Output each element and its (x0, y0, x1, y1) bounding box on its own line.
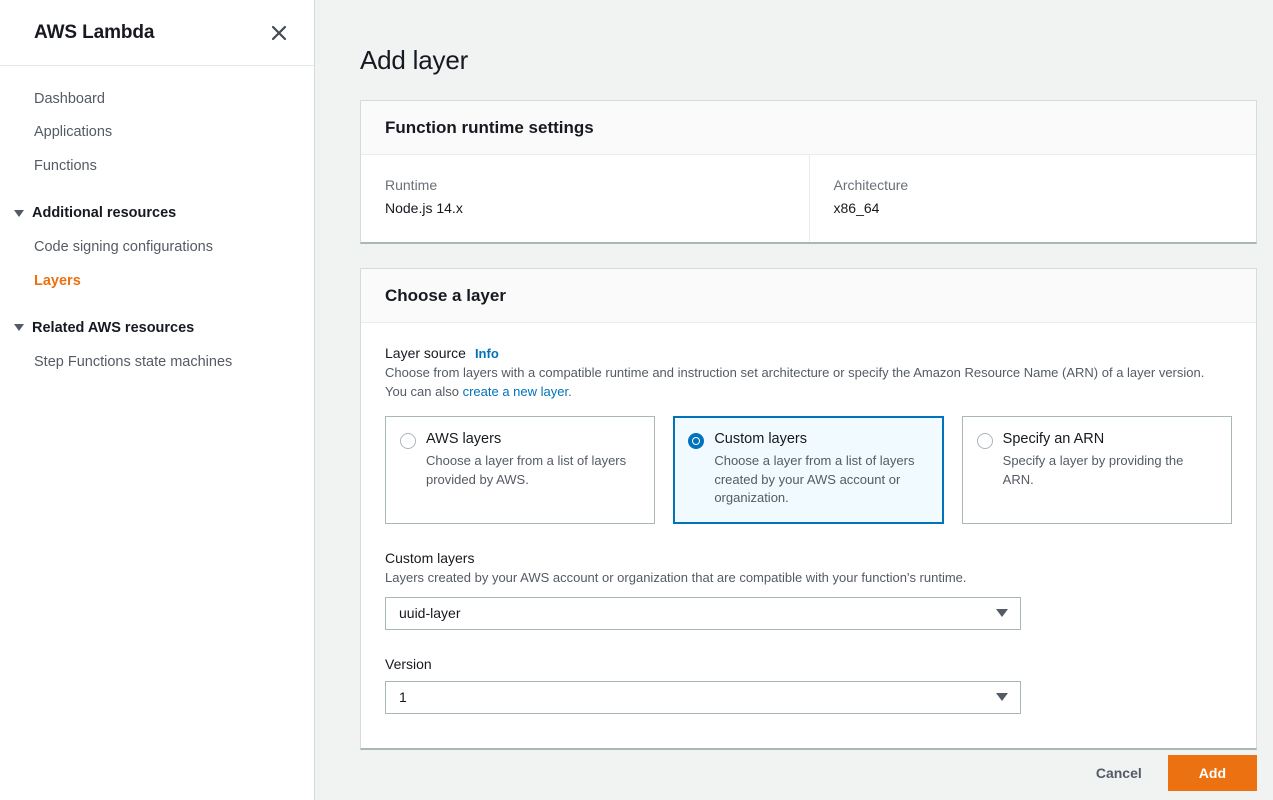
choose-a-layer-panel: Choose a layer Layer source Info Choose … (360, 268, 1257, 750)
radio-card-text: Custom layers Choose a layer from a list… (714, 430, 926, 508)
page-title: Add layer (360, 45, 469, 76)
layer-source-options: AWS layers Choose a layer from a list of… (385, 416, 1232, 524)
main-content: Add layer Function runtime settings Runt… (315, 0, 1273, 800)
chevron-down-icon (996, 609, 1008, 618)
custom-layers-select[interactable]: uuid-layer (385, 596, 1021, 630)
runtime-label: Runtime (385, 177, 438, 194)
sidebar-group-label: Related AWS resources (32, 319, 195, 336)
radio-card-title: Custom layers (714, 431, 807, 448)
version-field: Version 1 (385, 656, 1232, 714)
radio-icon[interactable] (400, 433, 416, 450)
sidebar-header: AWS Lambda (0, 0, 314, 66)
radio-card-title: AWS layers (426, 431, 502, 448)
radio-card-description: Choose a layer from a list of layers cre… (714, 453, 915, 506)
radio-card-specify-an-arn[interactable]: Specify an ARN Specify a layer by provid… (961, 416, 1232, 524)
sidebar-subitems-related: Step Functions state machines (0, 346, 314, 379)
layer-source-description-tail: . (568, 384, 572, 400)
sidebar: AWS Lambda Dashboard Applications Functi… (0, 0, 315, 800)
sidebar-item-functions[interactable]: Functions (0, 150, 314, 183)
cancel-button[interactable]: Cancel (1092, 757, 1146, 789)
version-label: Version (385, 655, 432, 672)
close-icon[interactable] (266, 20, 292, 46)
chevron-down-icon (996, 693, 1008, 702)
sidebar-group-label: Additional resources (32, 205, 177, 222)
radio-card-title: Specify an ARN (1002, 431, 1105, 448)
custom-layers-field: Custom layers Layers created by your AWS… (385, 550, 1232, 630)
panel-title: Function runtime settings (385, 118, 594, 138)
panel-title: Choose a layer (385, 286, 506, 306)
radio-icon[interactable] (976, 433, 993, 450)
caret-down-icon (14, 209, 24, 217)
sidebar-item-applications[interactable]: Applications (0, 116, 314, 149)
architecture-field: Architecture x86_64 (808, 155, 1257, 243)
runtime-settings-body: Runtime Node.js 14.x Architecture x86_64 (361, 155, 1257, 243)
version-selected-value: 1 (399, 689, 407, 706)
radio-card-custom-layers[interactable]: Custom layers Choose a layer from a list… (673, 416, 944, 524)
info-link[interactable]: Info (475, 346, 499, 361)
sidebar-title: AWS Lambda (34, 21, 155, 43)
app-root: AWS Lambda Dashboard Applications Functi… (0, 0, 1273, 800)
layer-source-label-row: Layer source Info (385, 345, 1232, 361)
runtime-field: Runtime Node.js 14.x (361, 155, 809, 242)
runtime-value: Node.js 14.x (385, 200, 463, 217)
radio-card-text: AWS layers Choose a layer from a list of… (426, 430, 638, 508)
sidebar-item-step-functions-state-machines[interactable]: Step Functions state machines (0, 346, 314, 379)
form-actions: Cancel Add (1092, 755, 1257, 791)
sidebar-group-additional-resources[interactable]: Additional resources (0, 197, 314, 229)
custom-layers-description: Layers created by your AWS account or or… (385, 569, 967, 585)
sidebar-item-code-signing-configurations[interactable]: Code signing configurations (0, 231, 314, 264)
panel-header: Choose a layer (361, 269, 1256, 324)
sidebar-item-dashboard[interactable]: Dashboard (0, 83, 314, 116)
radio-icon-selected[interactable] (688, 433, 705, 450)
layer-source-description: Choose from layers with a compatible run… (385, 364, 1213, 402)
sidebar-nav: Dashboard Applications Functions Additio… (0, 66, 314, 379)
caret-down-icon (14, 324, 24, 332)
architecture-label: Architecture (833, 177, 909, 194)
sidebar-group-related-aws-resources[interactable]: Related AWS resources (0, 312, 314, 344)
layer-source-label: Layer source (385, 345, 466, 362)
custom-layers-selected-value: uuid-layer (399, 605, 461, 622)
radio-card-aws-layers[interactable]: AWS layers Choose a layer from a list of… (385, 416, 656, 524)
panel-header: Function runtime settings (361, 101, 1256, 156)
architecture-value: x86_64 (833, 200, 880, 217)
create-new-layer-link[interactable]: create a new layer (463, 384, 569, 399)
sidebar-subitems-additional: Code signing configurations Layers (0, 231, 314, 298)
custom-layers-label: Custom layers (385, 549, 475, 566)
sidebar-item-layers[interactable]: Layers (0, 265, 314, 298)
function-runtime-settings-panel: Function runtime settings Runtime Node.j… (360, 100, 1257, 245)
version-select[interactable]: 1 (385, 680, 1021, 714)
radio-card-description: Choose a layer from a list of layers pro… (426, 453, 627, 487)
add-button[interactable]: Add (1167, 755, 1257, 791)
radio-card-text: Specify an ARN Specify a layer by provid… (1003, 430, 1215, 508)
choose-a-layer-body: Layer source Info Choose from layers wit… (361, 323, 1256, 747)
radio-card-description: Specify a layer by providing the ARN. (1002, 453, 1184, 487)
